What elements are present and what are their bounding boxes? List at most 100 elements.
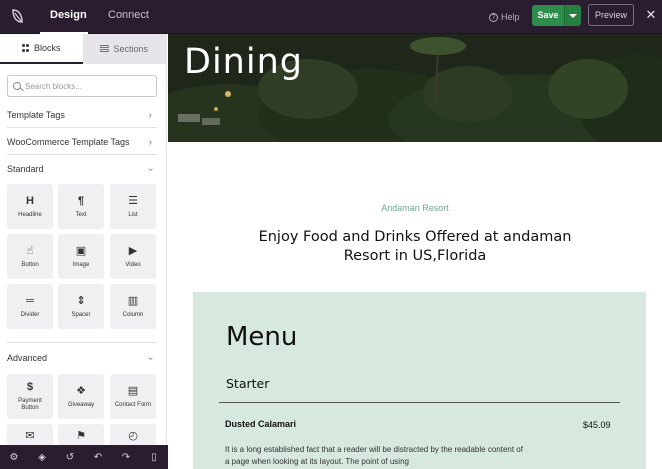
- sidebar-tabs: Blocks Sections: [0, 34, 166, 64]
- group-advanced[interactable]: Advanced ›: [0, 348, 160, 368]
- block-countdown[interactable]: ◴: [110, 424, 156, 445]
- block-giveaway[interactable]: ❖ Giveaway: [58, 374, 104, 419]
- menu-item-description[interactable]: It is a long established fact that a rea…: [225, 444, 525, 468]
- group-woocommerce-template-tags[interactable]: WooCommerce Template Tags ›: [0, 132, 160, 152]
- group-label: Advanced: [7, 353, 48, 363]
- block-text[interactable]: ¶ Text: [58, 184, 104, 229]
- block-label: Image: [72, 261, 90, 268]
- section-heading[interactable]: Enjoy Food and Drinks Offered at andaman…: [250, 228, 580, 266]
- column-icon: ▥: [127, 294, 139, 307]
- block-label: Payment Button: [18, 398, 42, 411]
- block-video[interactable]: ▶ Video: [110, 234, 156, 279]
- block-column[interactable]: ▥ Column: [110, 284, 156, 329]
- group-label: Standard: [7, 164, 44, 174]
- spacer-icon: ⇕: [76, 294, 86, 307]
- page-canvas: Dining Andaman Resort Enjoy Food and Dri…: [168, 34, 662, 469]
- menu-item-name[interactable]: Dusted Calamari: [225, 419, 296, 429]
- rows-icon: [100, 45, 110, 53]
- save-options-button[interactable]: [564, 5, 581, 26]
- block-label: Text: [75, 211, 87, 218]
- block-button[interactable]: ☝ Button: [7, 234, 53, 279]
- blocks-sidebar: Blocks Sections Template Tags › WooComme…: [0, 34, 167, 445]
- list-icon: ☰: [128, 194, 138, 207]
- menu-category[interactable]: Starter: [226, 376, 269, 391]
- payment-icon: $: [26, 381, 34, 393]
- tab-design[interactable]: Design: [40, 0, 88, 34]
- redo-icon[interactable]: ↷: [112, 445, 140, 469]
- paragraph-icon: ¶: [77, 194, 85, 207]
- help-link[interactable]: ? Help: [489, 0, 520, 34]
- divider: [7, 127, 157, 128]
- bottom-toolbar: ⚙ ◈ ↺ ↶ ↷ ▯: [0, 445, 168, 469]
- group-template-tags[interactable]: Template Tags ›: [0, 105, 160, 125]
- chevron-down-icon: ›: [144, 356, 156, 360]
- menu-item-price[interactable]: $45.09: [583, 420, 611, 430]
- block-optin-form[interactable]: ✉: [7, 424, 53, 445]
- layers-icon[interactable]: ◈: [28, 445, 56, 469]
- seedprod-logo-icon[interactable]: [9, 6, 29, 26]
- block-contact-form[interactable]: ▤ Contact Form: [110, 374, 156, 419]
- email-icon: ✉: [25, 430, 35, 442]
- block-label: List: [128, 211, 138, 218]
- history-icon[interactable]: ↺: [56, 445, 84, 469]
- group-label: WooCommerce Template Tags: [7, 137, 130, 147]
- save-button[interactable]: Save: [532, 5, 564, 26]
- save-button-group: Save: [532, 5, 581, 26]
- preview-button[interactable]: Preview: [588, 4, 634, 26]
- image-icon: ▣: [75, 244, 87, 257]
- mobile-preview-icon[interactable]: ▯: [140, 445, 168, 469]
- menu-divider: [219, 402, 620, 403]
- block-label: Spacer: [71, 311, 91, 318]
- block-spacer[interactable]: ⇕ Spacer: [58, 284, 104, 329]
- grid-icon: [21, 44, 30, 52]
- block-image[interactable]: ▣ Image: [58, 234, 104, 279]
- top-nav: Design Connect: [40, 0, 159, 34]
- group-label: Template Tags: [7, 110, 65, 120]
- settings-icon[interactable]: ⚙: [0, 445, 28, 469]
- block-label: Button: [21, 261, 39, 268]
- undo-icon[interactable]: ↶: [84, 445, 112, 469]
- venue-subheading[interactable]: Andaman Resort: [168, 203, 662, 213]
- timer-icon: ◴: [128, 430, 138, 442]
- block-payment-button[interactable]: $ Payment Button: [7, 374, 53, 419]
- hero-section[interactable]: Dining: [168, 34, 662, 142]
- block-label: Column: [122, 311, 144, 318]
- tab-sections-label: Sections: [113, 44, 149, 54]
- block-label: Headline: [18, 211, 42, 218]
- help-icon: ?: [489, 12, 498, 22]
- group-standard[interactable]: Standard ›: [0, 159, 160, 179]
- divider: [7, 154, 157, 155]
- caret-down-icon: [569, 13, 577, 18]
- block-label: Video: [125, 261, 141, 268]
- block-label: Giveaway: [67, 401, 95, 408]
- tab-sections[interactable]: Sections: [82, 34, 166, 64]
- flag-icon: ⚑: [76, 430, 86, 442]
- block-search[interactable]: [7, 75, 157, 97]
- block-headline[interactable]: H Headline: [7, 184, 53, 229]
- hero-title[interactable]: Dining: [184, 42, 303, 82]
- headline-icon: H: [26, 194, 34, 207]
- chevron-right-icon: ›: [148, 109, 152, 121]
- menu-section[interactable]: Menu Starter Dusted Calamari $45.09 It i…: [193, 292, 646, 469]
- close-icon[interactable]: ✕: [644, 8, 658, 22]
- help-label: Help: [501, 12, 520, 22]
- menu-title[interactable]: Menu: [226, 322, 297, 352]
- chevron-right-icon: ›: [148, 136, 152, 148]
- search-icon: [13, 82, 21, 90]
- search-input[interactable]: [25, 81, 150, 91]
- block-label: Contact Form: [114, 401, 152, 408]
- form-icon: ▤: [127, 384, 139, 397]
- pointer-icon: ☝: [26, 244, 34, 257]
- tab-blocks[interactable]: Blocks: [0, 34, 83, 64]
- block-list[interactable]: ☰ List: [110, 184, 156, 229]
- divider: [7, 342, 157, 343]
- chevron-down-icon: ›: [144, 167, 156, 171]
- block-divider[interactable]: ═ Divider: [7, 284, 53, 329]
- gift-icon: ❖: [76, 384, 86, 397]
- divider-icon: ═: [26, 294, 34, 307]
- video-icon: ▶: [128, 244, 138, 257]
- top-bar: Design Connect ? Help Save Preview ✕: [0, 0, 662, 34]
- tab-connect[interactable]: Connect: [98, 0, 159, 34]
- tab-blocks-label: Blocks: [33, 43, 61, 53]
- block-flag[interactable]: ⚑: [58, 424, 104, 445]
